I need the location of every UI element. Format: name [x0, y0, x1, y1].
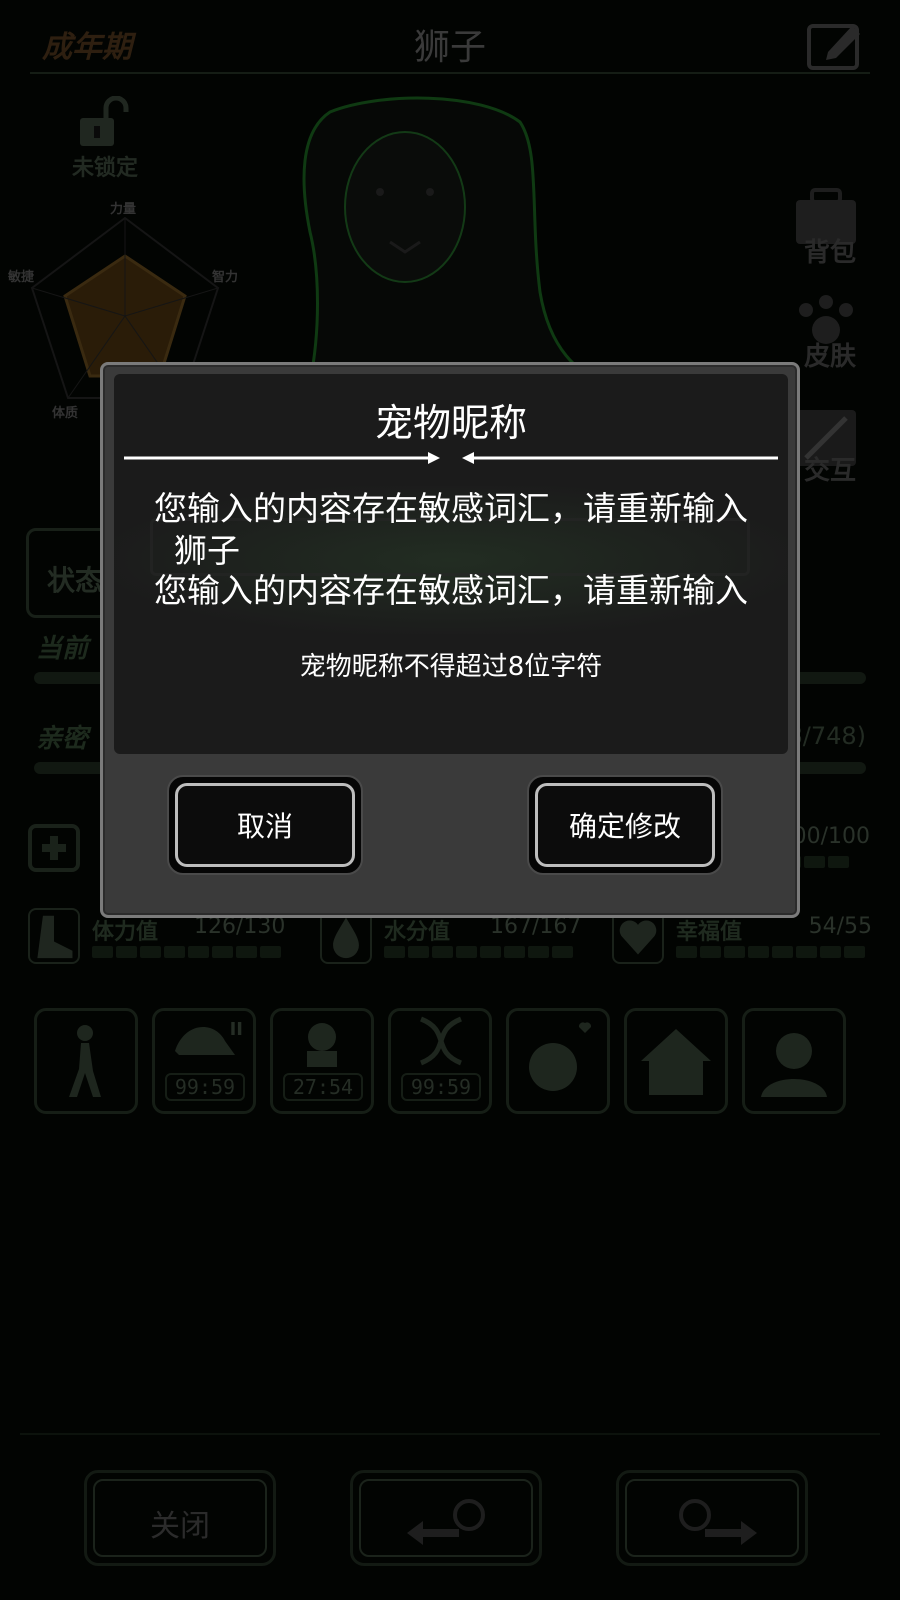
- skill-doctor-button[interactable]: 27:54: [270, 1008, 374, 1114]
- person-bust-icon: [761, 1033, 827, 1097]
- action-skill-row: II 99:59 27:54 99:59: [34, 1008, 868, 1116]
- radar-label-intelligence: 智力: [212, 270, 239, 285]
- lock-status-label: 未锁定: [71, 156, 138, 181]
- walking-person-icon: [69, 1025, 101, 1097]
- life-stage-label: 成年期: [42, 30, 132, 65]
- next-pet-arrow-icon: [679, 1499, 757, 1545]
- radar-label-strength: 力量: [110, 202, 137, 217]
- boot-icon[interactable]: [28, 908, 80, 964]
- radar-label-agility: 敏捷: [8, 270, 35, 285]
- nickname-length-hint: 宠物昵称不得超过8位字符: [299, 652, 603, 682]
- close-button[interactable]: 关闭: [84, 1470, 276, 1566]
- happiness-value: 54/55: [808, 914, 872, 939]
- old-man-icon: [307, 1023, 337, 1067]
- cancel-button[interactable]: 取消: [167, 775, 363, 875]
- close-button-label: 关闭: [150, 1509, 210, 1544]
- tab-status-label: 状态: [47, 564, 104, 597]
- skill-train-badge: II: [229, 1019, 243, 1040]
- radar-label-constitution: 体质: [52, 406, 79, 421]
- dialog-title: 宠物昵称: [374, 401, 527, 445]
- skin-label: 皮肤: [803, 342, 856, 372]
- pet-lion-image: [302, 96, 601, 382]
- unlock-icon[interactable]: [76, 96, 132, 148]
- dna-icon: [419, 1016, 463, 1066]
- skill-walk-button[interactable]: [34, 1008, 138, 1114]
- backpack-label: 背包: [803, 238, 856, 268]
- water-stat: 水分值 167/167: [320, 908, 581, 978]
- next-pet-button[interactable]: [616, 1470, 808, 1566]
- bottom-divider: [20, 1433, 880, 1435]
- skill-train-timer: 99:59: [165, 1073, 245, 1101]
- happiness-segments: [676, 946, 865, 960]
- sensitive-word-error-1: 您输入的内容存在敏感词汇，请重新输入: [154, 489, 748, 528]
- skill-person-button[interactable]: [742, 1008, 846, 1114]
- dialog-content-panel: 宠物昵称 您输入的内容存在敏感词汇，请重新输入 狮子 您输入的内容存在敏感词汇，…: [114, 374, 788, 754]
- current-bar-label: 当前: [36, 634, 89, 664]
- confirm-modify-button[interactable]: 确定修改: [527, 775, 723, 875]
- stamina-stat: 体力值 126/130: [28, 908, 286, 978]
- top-header: 成年期 狮子: [0, 0, 900, 78]
- sensitive-word-error-2: 您输入的内容存在敏感词汇，请重新输入: [154, 571, 748, 610]
- skill-dna-button[interactable]: 99:59: [388, 1008, 492, 1114]
- prev-pet-button[interactable]: [350, 1470, 542, 1566]
- interact-label: 交互: [803, 456, 856, 486]
- pet-name-title: 狮子: [413, 27, 486, 68]
- health-value: 00/100: [792, 824, 870, 849]
- intimacy-bar-label: 亲密: [36, 724, 89, 754]
- title-divider-arrows: [124, 452, 778, 464]
- confirm-button-label: 确定修改: [568, 810, 681, 843]
- cancel-button-label: 取消: [236, 810, 293, 843]
- water-label: 水分值: [384, 920, 451, 945]
- skill-train-button[interactable]: II 99:59: [152, 1008, 256, 1114]
- nickname-dialog: 宠物昵称 您输入的内容存在敏感词汇，请重新输入 狮子 您输入的内容存在敏感词汇，…: [100, 362, 800, 918]
- skill-house-button[interactable]: [624, 1008, 728, 1114]
- prev-pet-arrow-icon: [407, 1499, 485, 1545]
- dog-heart-icon: [529, 1022, 592, 1091]
- edit-icon[interactable]: [806, 18, 866, 72]
- happiness-label: 幸福值: [676, 920, 743, 945]
- header-divider: [30, 72, 870, 74]
- skill-dna-timer: 99:59: [401, 1073, 481, 1101]
- skill-pet-dog-button[interactable]: [506, 1008, 610, 1114]
- water-segments: [384, 946, 573, 960]
- skill-doctor-timer: 27:54: [283, 1073, 363, 1101]
- happiness-stat: 幸福值 54/55: [612, 908, 872, 978]
- stamina-segments: [92, 946, 281, 960]
- medkit-icon[interactable]: [28, 818, 80, 874]
- pet-house-icon: [641, 1029, 711, 1095]
- stamina-label: 体力值: [92, 920, 159, 945]
